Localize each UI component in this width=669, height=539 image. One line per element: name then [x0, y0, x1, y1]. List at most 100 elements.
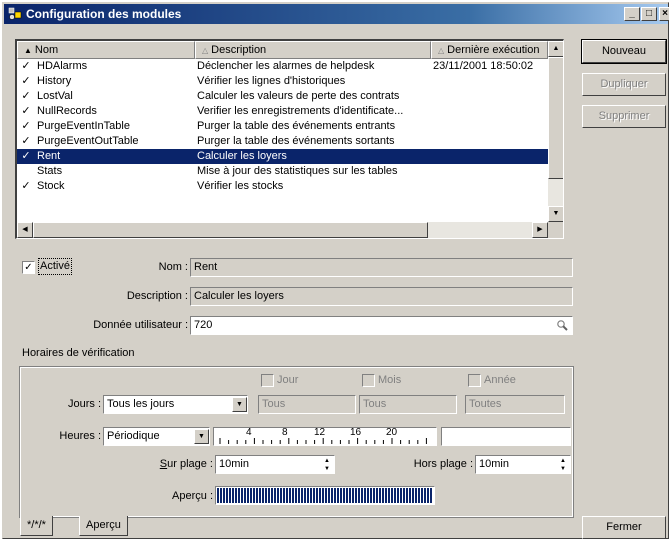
close-button-label: Fermer: [606, 521, 642, 533]
hors-plage-spin-icon[interactable]: ▲ ▼: [557, 457, 569, 473]
table-row[interactable]: Stats Mise à jour des statistiques sur le…: [17, 164, 548, 179]
apercu-stripe: [322, 488, 324, 503]
description-label: Description :: [126, 290, 188, 302]
table-row[interactable]: ✓ PurgeEventOutTable Purger la table des é…: [17, 134, 548, 149]
active-checkbox[interactable]: ✓: [22, 261, 35, 274]
column-header-nom[interactable]: ▲ Nom: [17, 41, 195, 59]
table-row[interactable]: ✓ Stock Vérifier les stocks: [17, 179, 548, 194]
sur-plage-label-rest: ur plage :: [167, 458, 213, 470]
apercu-stripe: [292, 488, 294, 503]
tab-apercu[interactable]: Aperçu: [79, 516, 128, 536]
modules-list-rows: ✓ HDAlarms Déclencher les alarmes de helpd…: [17, 59, 548, 194]
sur-plage-spin-icon[interactable]: ▲ ▼: [321, 457, 333, 473]
apercu-stripe: [349, 488, 351, 503]
magnifier-icon[interactable]: [556, 319, 569, 332]
sort-icon: △: [438, 46, 445, 55]
apercu-stripe: [379, 488, 381, 503]
apercu-stripe: [400, 488, 402, 503]
minimize-button[interactable]: _: [624, 7, 640, 21]
enabled-check-icon: ✓: [21, 150, 31, 162]
modules-list[interactable]: ▲ Nom △ Description △ Dernière exécution ✓ H…: [15, 39, 564, 239]
table-row[interactable]: ✓ PurgeEventInTable Purger la table des év…: [17, 119, 548, 134]
jour-checkbox[interactable]: [261, 374, 274, 387]
module-name-cell: HDAlarms: [37, 60, 88, 72]
apercu-stripe: [223, 488, 225, 503]
module-description-cell: Purger la table des événements entrants: [197, 120, 396, 132]
module-name-cell: PurgeEventOutTable: [37, 135, 139, 147]
annee-checkbox[interactable]: [468, 374, 481, 387]
scroll-left-arrow-icon[interactable]: ◀: [17, 222, 33, 238]
ruler-tick-label: 4: [246, 427, 252, 438]
nom-field[interactable]: Rent: [190, 258, 573, 277]
vertical-scrollbar[interactable]: ▲ ▼: [548, 41, 563, 222]
new-button[interactable]: Nouveau: [581, 39, 667, 64]
ruler-tick-label: 12: [314, 427, 326, 438]
apercu-stripe: [355, 488, 357, 503]
apercu-stripe: [358, 488, 360, 503]
description-field[interactable]: Calculer les loyers: [190, 287, 573, 306]
horizontal-scroll-thumb[interactable]: [33, 222, 428, 238]
module-name-cell: Stats: [37, 165, 63, 177]
scroll-right-arrow-icon[interactable]: ▶: [532, 222, 548, 238]
apercu-stripe: [373, 488, 375, 503]
apercu-label: Aperçu :: [172, 490, 213, 502]
apercu-stripe: [403, 488, 405, 503]
jours-select[interactable]: Tous les jours: [103, 395, 248, 414]
table-row[interactable]: ✓ Rent Calculer les loyers: [17, 149, 548, 164]
heures-select-value: Périodique: [107, 430, 160, 442]
sort-ascending-icon: ▲: [24, 46, 32, 55]
title-bar[interactable]: Configuration des modules _ □ ×: [4, 4, 669, 24]
scroll-up-arrow-icon[interactable]: ▲: [548, 41, 563, 57]
module-description-cell: Calculer les valeurs de perte des contra…: [197, 90, 400, 102]
scroll-down-arrow-icon[interactable]: ▼: [548, 206, 563, 222]
close-window-button[interactable]: ×: [659, 7, 669, 21]
mois-label: Mois: [378, 374, 402, 386]
module-name-cell: PurgeEventInTable: [37, 120, 130, 132]
table-row[interactable]: ✓ History Vérifier les lignes d'historique…: [17, 74, 548, 89]
active-label[interactable]: Activé: [38, 258, 72, 275]
enabled-check-icon: ✓: [21, 180, 31, 192]
apercu-stripe: [388, 488, 390, 503]
apercu-stripe: [256, 488, 258, 503]
module-name-cell: Rent: [37, 150, 61, 162]
horizontal-scrollbar[interactable]: ◀ ▶: [17, 222, 548, 238]
column-header-last-run[interactable]: △ Dernière exécution: [431, 41, 548, 59]
duplicate-button[interactable]: Dupliquer: [582, 73, 666, 96]
apercu-stripe: [310, 488, 312, 503]
apercu-stripe: [337, 488, 339, 503]
heures-dropdown-arrow-icon[interactable]: ▼: [194, 429, 209, 444]
apercu-stripe: [247, 488, 249, 503]
ruler-tick-label: 8: [282, 427, 288, 438]
schedule-heading: Horaires de vérification: [22, 347, 135, 359]
hour-ruler[interactable]: 4 8 12 16 20: [213, 427, 437, 446]
table-row[interactable]: ✓ LostVal Calculer les valeurs de perte de…: [17, 89, 548, 104]
heures-extra-field[interactable]: [441, 427, 571, 446]
mois-checkbox[interactable]: [362, 374, 375, 387]
column-header-label: Dernière exécution: [447, 44, 540, 56]
jour-field[interactable]: Tous: [258, 395, 356, 414]
sur-plage-label: Sur plage :: [123, 455, 213, 474]
table-row[interactable]: ✓ NullRecords Verifier les enregistrements…: [17, 104, 548, 119]
module-name-cell: NullRecords: [37, 105, 97, 117]
apercu-stripe: [352, 488, 354, 503]
delete-button[interactable]: Supprimer: [582, 105, 666, 128]
annee-field[interactable]: Toutes: [465, 395, 565, 414]
mois-field[interactable]: Tous: [359, 395, 457, 414]
enabled-check-icon: ✓: [21, 60, 31, 72]
jours-dropdown-arrow-icon[interactable]: ▼: [232, 397, 247, 412]
user-data-field[interactable]: 720: [190, 316, 573, 335]
apercu-stripe: [391, 488, 393, 503]
apercu-stripe: [229, 488, 231, 503]
column-header-description[interactable]: △ Description: [195, 41, 431, 59]
table-row[interactable]: ✓ HDAlarms Déclencher les alarmes de helpd…: [17, 59, 548, 74]
tab-pattern[interactable]: */*/*: [20, 516, 53, 536]
close-button[interactable]: Fermer: [582, 516, 666, 539]
apercu-stripe: [265, 488, 267, 503]
enabled-check-icon: ✓: [21, 135, 31, 147]
apercu-preview-bar: [215, 486, 435, 505]
sur-plage-field[interactable]: 10min: [215, 455, 335, 474]
apercu-stripe: [361, 488, 363, 503]
maximize-button[interactable]: □: [641, 7, 657, 21]
module-last-run-cell: 23/11/2001 18:50:02: [433, 60, 534, 72]
vertical-scroll-thumb[interactable]: [548, 57, 563, 179]
